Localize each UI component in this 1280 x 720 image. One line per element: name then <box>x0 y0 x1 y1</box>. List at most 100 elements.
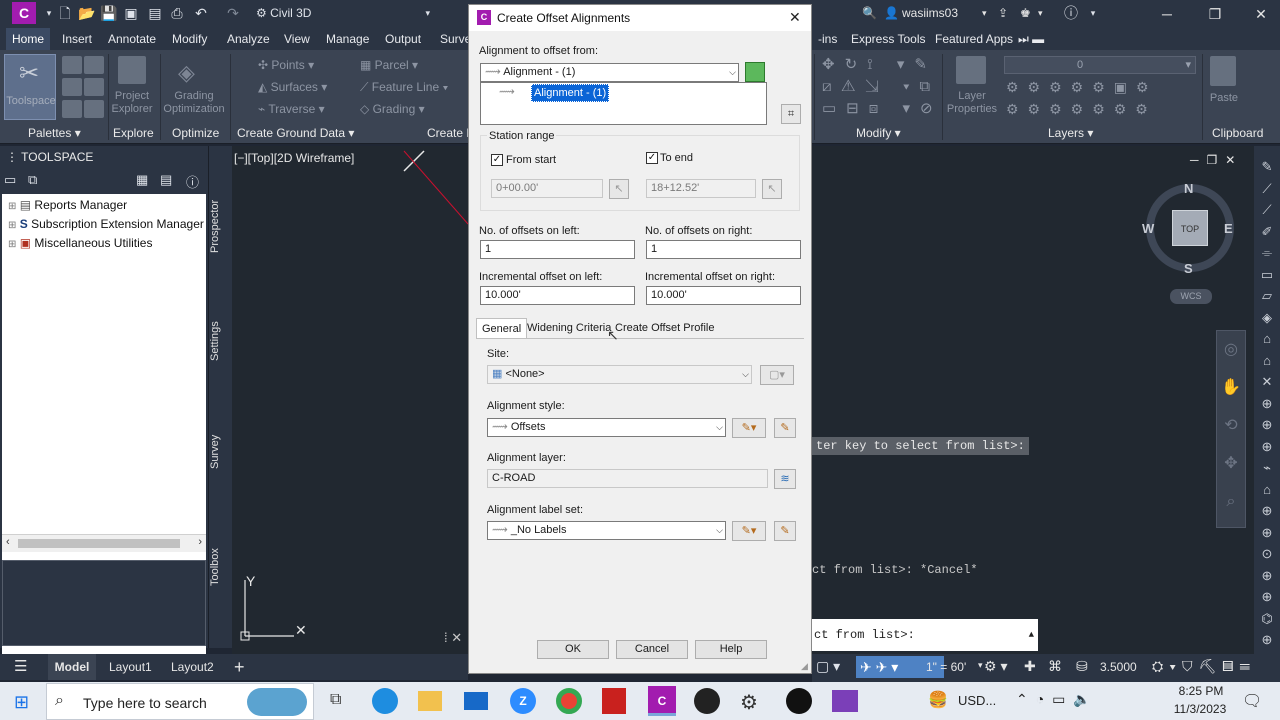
system-tray-icons[interactable]: ⌃◔▭🔈 <box>1016 691 1099 708</box>
viewcube-top[interactable]: TOP <box>1172 210 1208 246</box>
civil3d-taskbar-icon[interactable]: C <box>648 686 676 716</box>
file-explorer-icon[interactable] <box>418 691 442 711</box>
points-button[interactable]: ✣ Points ▾ <box>258 56 314 74</box>
clock-date[interactable]: 11/3/2023 <box>1172 702 1228 716</box>
tab-express-tools[interactable]: Express Tools <box>845 28 931 50</box>
layer-properties-icon[interactable] <box>956 56 986 84</box>
more-tabs-icon[interactable]: ⏭ ▬ <box>1012 28 1050 50</box>
command-line-grip-icon[interactable]: ⁞ ✕ <box>444 630 462 646</box>
command-history-up-icon[interactable]: ▲ <box>1029 619 1034 651</box>
layer-properties-label[interactable]: Layer Properties <box>942 90 1002 116</box>
scroll-left-icon[interactable]: ‹ <box>6 536 10 548</box>
chevron-down-icon[interactable]: ▾ <box>1084 5 1102 22</box>
label-set-dropdown[interactable]: ⟿ _No Labels ⌵ <box>487 521 726 540</box>
align-style-dropdown[interactable]: ⟿ Offsets ⌵ <box>487 418 726 437</box>
pick-alignment-button[interactable] <box>745 62 765 82</box>
layer-tools-row2[interactable]: ⚙⚙⚙⚙⚙⚙⚙ <box>1006 100 1157 118</box>
incr-right-field[interactable]: 10.000' <box>646 286 801 305</box>
undo-icon[interactable]: ↶ <box>192 5 210 22</box>
workspace-selector[interactable]: ⚙ Civil 3D ▾ <box>256 4 464 23</box>
scroll-right-icon[interactable]: › <box>198 536 202 548</box>
paste-icon[interactable] <box>1210 56 1236 86</box>
layer-select-icon[interactable]: ≋ <box>774 469 796 489</box>
traverse-button[interactable]: ⌁ Traverse ▾ <box>258 100 325 118</box>
panel-layers[interactable]: Layers ▾ <box>1048 124 1093 142</box>
parcel-button[interactable]: ▦ Parcel ▾ <box>360 56 418 74</box>
offsets-right-field[interactable]: 1 <box>646 240 801 259</box>
tab-widening-criteria[interactable]: Widening Criteria <box>522 318 616 338</box>
tab-view[interactable]: View <box>278 28 316 50</box>
navigation-bar[interactable]: ◎ ✋ ⟲ ✥ ⌕ <box>1216 330 1246 528</box>
paste-label[interactable]: Paste <box>1204 92 1244 105</box>
zoom-icon[interactable]: Z <box>510 688 536 714</box>
toolspace-toolbox-icon[interactable]: ⧉ <box>28 172 37 188</box>
settings-gear-icon[interactable]: ⚙ <box>740 690 758 715</box>
taskbar-search-box[interactable]: ⌕ Type here to search <box>46 683 314 720</box>
exchange-icon[interactable]: ♚ <box>1020 3 1031 24</box>
close-button[interactable]: ✕ <box>1246 4 1276 24</box>
tab-toolbox[interactable]: Toolbox <box>209 544 233 590</box>
tab-prospector[interactable]: Prospector <box>209 196 233 256</box>
tree-item-subscription-extension-manager[interactable]: ⊞ S Subscription Extension Manager <box>8 215 204 234</box>
app-icon[interactable] <box>832 690 858 712</box>
feature-line-button[interactable]: ⟋ Feature Line ▾ <box>360 78 448 96</box>
modify-tools-row3[interactable]: ▭⊟⧈ ▾⊘ <box>822 100 943 118</box>
status-value[interactable]: 3.5000 <box>1100 660 1137 674</box>
style-edit-menu-button[interactable]: ✎▾ <box>732 418 766 438</box>
alignment-list-item[interactable]: Alignment - (1) <box>531 84 610 102</box>
edge-icon[interactable] <box>372 688 398 714</box>
chevron-down-icon[interactable]: ▾ <box>978 660 983 671</box>
search-icon[interactable]: 🔍 <box>862 3 877 24</box>
clock-time[interactable]: 8:25 PM <box>1176 684 1226 698</box>
end-station-field[interactable]: 18+12.52' <box>646 179 756 198</box>
tab-modify[interactable]: Modify <box>166 28 213 50</box>
task-view-icon[interactable]: ⧉ <box>330 691 341 709</box>
layer-dropdown[interactable]: 0 ▾ <box>1004 56 1196 74</box>
tab-general[interactable]: General <box>476 318 528 338</box>
toolspace-button[interactable]: ✂ Toolspace <box>4 54 56 120</box>
mail-icon[interactable] <box>464 692 488 710</box>
align-from-dropdown[interactable]: ⟿ Alignment - (1) ⌵ <box>480 63 739 82</box>
tab-survey[interactable]: Survey <box>209 432 233 472</box>
pick-end-icon[interactable]: ↖ <box>762 179 782 199</box>
compass-s[interactable]: S <box>1184 261 1193 276</box>
tab-insert[interactable]: Insert <box>56 28 98 50</box>
add-layout-button[interactable]: + <box>234 654 245 680</box>
tab-home[interactable]: Home <box>6 28 51 50</box>
panel-modify[interactable]: Modify ▾ <box>856 124 901 142</box>
palette-icon[interactable] <box>84 78 104 96</box>
tab-settings[interactable]: Settings <box>209 316 233 366</box>
toolspace-view-icon[interactable]: ▭ <box>4 172 16 188</box>
palette-icon[interactable] <box>84 56 104 74</box>
palette-icon[interactable] <box>62 56 82 74</box>
save-as-icon[interactable]: ▣ <box>122 5 140 22</box>
palette-icon[interactable] <box>62 78 82 96</box>
panel-create-ground-data[interactable]: Create Ground Data ▾ <box>237 124 354 142</box>
pick-style-icon[interactable]: ✎ <box>774 418 796 438</box>
offsets-left-field[interactable]: 1 <box>480 240 635 259</box>
maximize-button[interactable]: ❐ <box>1200 4 1230 24</box>
right-tool-icons[interactable]: ✎ ⟋ ⟋ ✐ ⌯ ▭ ▱ ◈ ⌂ ⌂ ✕ ⊕ ⊕ ⊕ ⌁ ⌂ ⊕ ⊕ ⊙ ⊕ ⊕ ⌬ ⊕ <box>1258 156 1276 651</box>
annotation-scale[interactable]: 1" = 60' <box>926 660 966 674</box>
grading-button[interactable]: ◇ Grading ▾ <box>360 100 425 118</box>
tab-featured-apps[interactable]: Featured Apps <box>929 28 1019 50</box>
tab-analyze[interactable]: Analyze <box>221 28 276 50</box>
new-icon[interactable]: 🗋 <box>56 5 74 22</box>
compass-e[interactable]: E <box>1224 221 1233 236</box>
project-explorer-label[interactable]: Project Explorer <box>108 90 156 116</box>
expand-icon[interactable]: ⊞ <box>8 201 16 212</box>
tab-layout1[interactable]: Layout1 <box>109 654 152 680</box>
pick-from-drawing-icon[interactable]: ⌗ <box>781 104 801 124</box>
toolspace-list-icon[interactable]: ▤ <box>160 172 172 188</box>
civil3d-app-icon[interactable]: C <box>12 2 36 24</box>
grading-optimization-icon[interactable]: ◈ <box>178 60 195 86</box>
dialog-close-button[interactable]: ✕ <box>789 9 801 26</box>
web-icon[interactable]: ▤ <box>146 5 164 22</box>
create-site-button[interactable]: ▢▾ <box>760 365 794 385</box>
tab-annotate[interactable]: Annotate <box>102 28 162 50</box>
modify-tools-row2[interactable]: ⧄⚠⇲ ▾⧉ <box>822 78 940 96</box>
lineweight-icon[interactable]: ⛁ <box>1076 658 1088 675</box>
status-tray-icons[interactable]: ⛭▾⛉⛏▤☰ <box>1152 658 1272 675</box>
pick-start-icon[interactable]: ↖ <box>609 179 629 199</box>
command-line-input[interactable]: ct from list>: ▲ <box>812 619 1038 651</box>
